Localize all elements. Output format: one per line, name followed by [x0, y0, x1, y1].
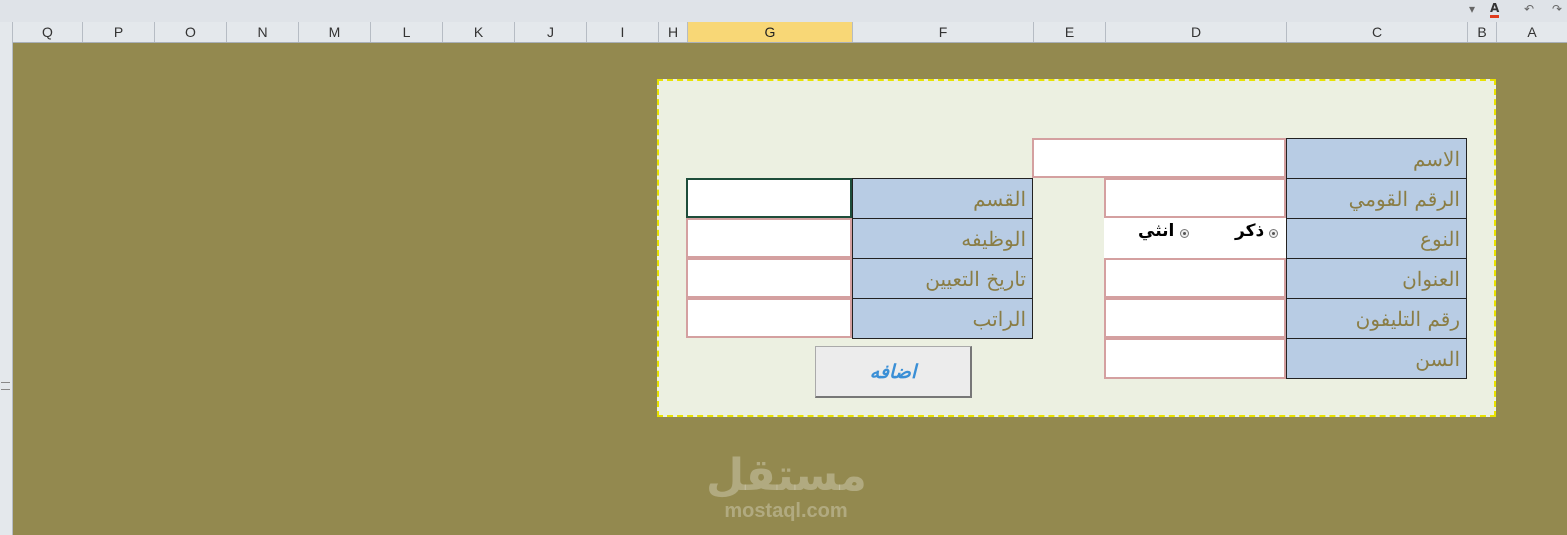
font-color-icon[interactable]: A	[1490, 2, 1500, 18]
add-button[interactable]: اضافه	[815, 346, 972, 398]
gender-radio-group: ذكر انثي	[1104, 218, 1286, 258]
age-input[interactable]	[1104, 338, 1286, 379]
job-input[interactable]	[686, 218, 852, 258]
label-salary: الراتب	[852, 298, 1033, 339]
label-phone: رقم التليفون	[1286, 298, 1467, 339]
label-address: العنوان	[1286, 258, 1467, 299]
column-header-n[interactable]: N	[226, 22, 298, 42]
label-national-id: الرقم القومي	[1286, 178, 1467, 219]
department-input[interactable]	[686, 178, 852, 218]
row-header-bar	[0, 42, 13, 535]
gender-female-radio[interactable]	[1180, 229, 1189, 238]
column-header-b[interactable]: B	[1467, 22, 1496, 42]
quick-access-toolbar: ▾ A ↶ ↷	[0, 0, 1567, 23]
name-input[interactable]	[1032, 138, 1286, 178]
label-job: الوظيفه	[852, 218, 1033, 259]
column-header-m[interactable]: M	[298, 22, 370, 42]
column-header-e[interactable]: E	[1033, 22, 1105, 42]
column-header-g[interactable]: G	[687, 22, 852, 42]
label-age: السن	[1286, 338, 1467, 379]
undo-icon[interactable]: ↶	[1524, 2, 1534, 16]
column-header-o[interactable]: O	[154, 22, 226, 42]
column-header-p[interactable]: P	[82, 22, 154, 42]
label-hire-date: تاريخ التعيين	[852, 258, 1033, 299]
hire-date-input[interactable]	[686, 258, 852, 298]
salary-input[interactable]	[686, 298, 852, 338]
national-id-input[interactable]	[1104, 178, 1286, 218]
mostaql-watermark: مستقل mostaql.com	[706, 450, 867, 523]
label-gender: النوع	[1286, 218, 1467, 259]
column-header-i[interactable]: I	[586, 22, 658, 42]
gender-male-radio[interactable]	[1269, 229, 1278, 238]
redo-icon[interactable]: ↷	[1552, 2, 1562, 16]
label-name: الاسم	[1286, 138, 1467, 179]
column-header-j[interactable]: J	[514, 22, 586, 42]
toolbar-dropdown-icon[interactable]: ▾	[1469, 2, 1475, 16]
column-header-a[interactable]: A	[1496, 22, 1567, 42]
column-header-c[interactable]: C	[1286, 22, 1467, 42]
address-input[interactable]	[1104, 258, 1286, 298]
split-handle-icon[interactable]	[1, 382, 10, 390]
column-header-bar: Q P O N M L K J I H G F E D C B A	[0, 22, 1567, 43]
watermark-latin: mostaql.com	[724, 500, 848, 522]
column-header-l[interactable]: L	[370, 22, 442, 42]
column-header-d[interactable]: D	[1105, 22, 1286, 42]
column-header-h[interactable]: H	[658, 22, 687, 42]
column-header-f[interactable]: F	[852, 22, 1033, 42]
gender-female-label: انثي	[1138, 221, 1175, 241]
gender-male-label: ذكر	[1235, 221, 1265, 241]
column-header-k[interactable]: K	[442, 22, 514, 42]
column-header-q[interactable]: Q	[12, 22, 82, 42]
watermark-arabic: مستقل	[706, 450, 867, 501]
label-department: القسم	[852, 178, 1033, 219]
phone-input[interactable]	[1104, 298, 1286, 338]
